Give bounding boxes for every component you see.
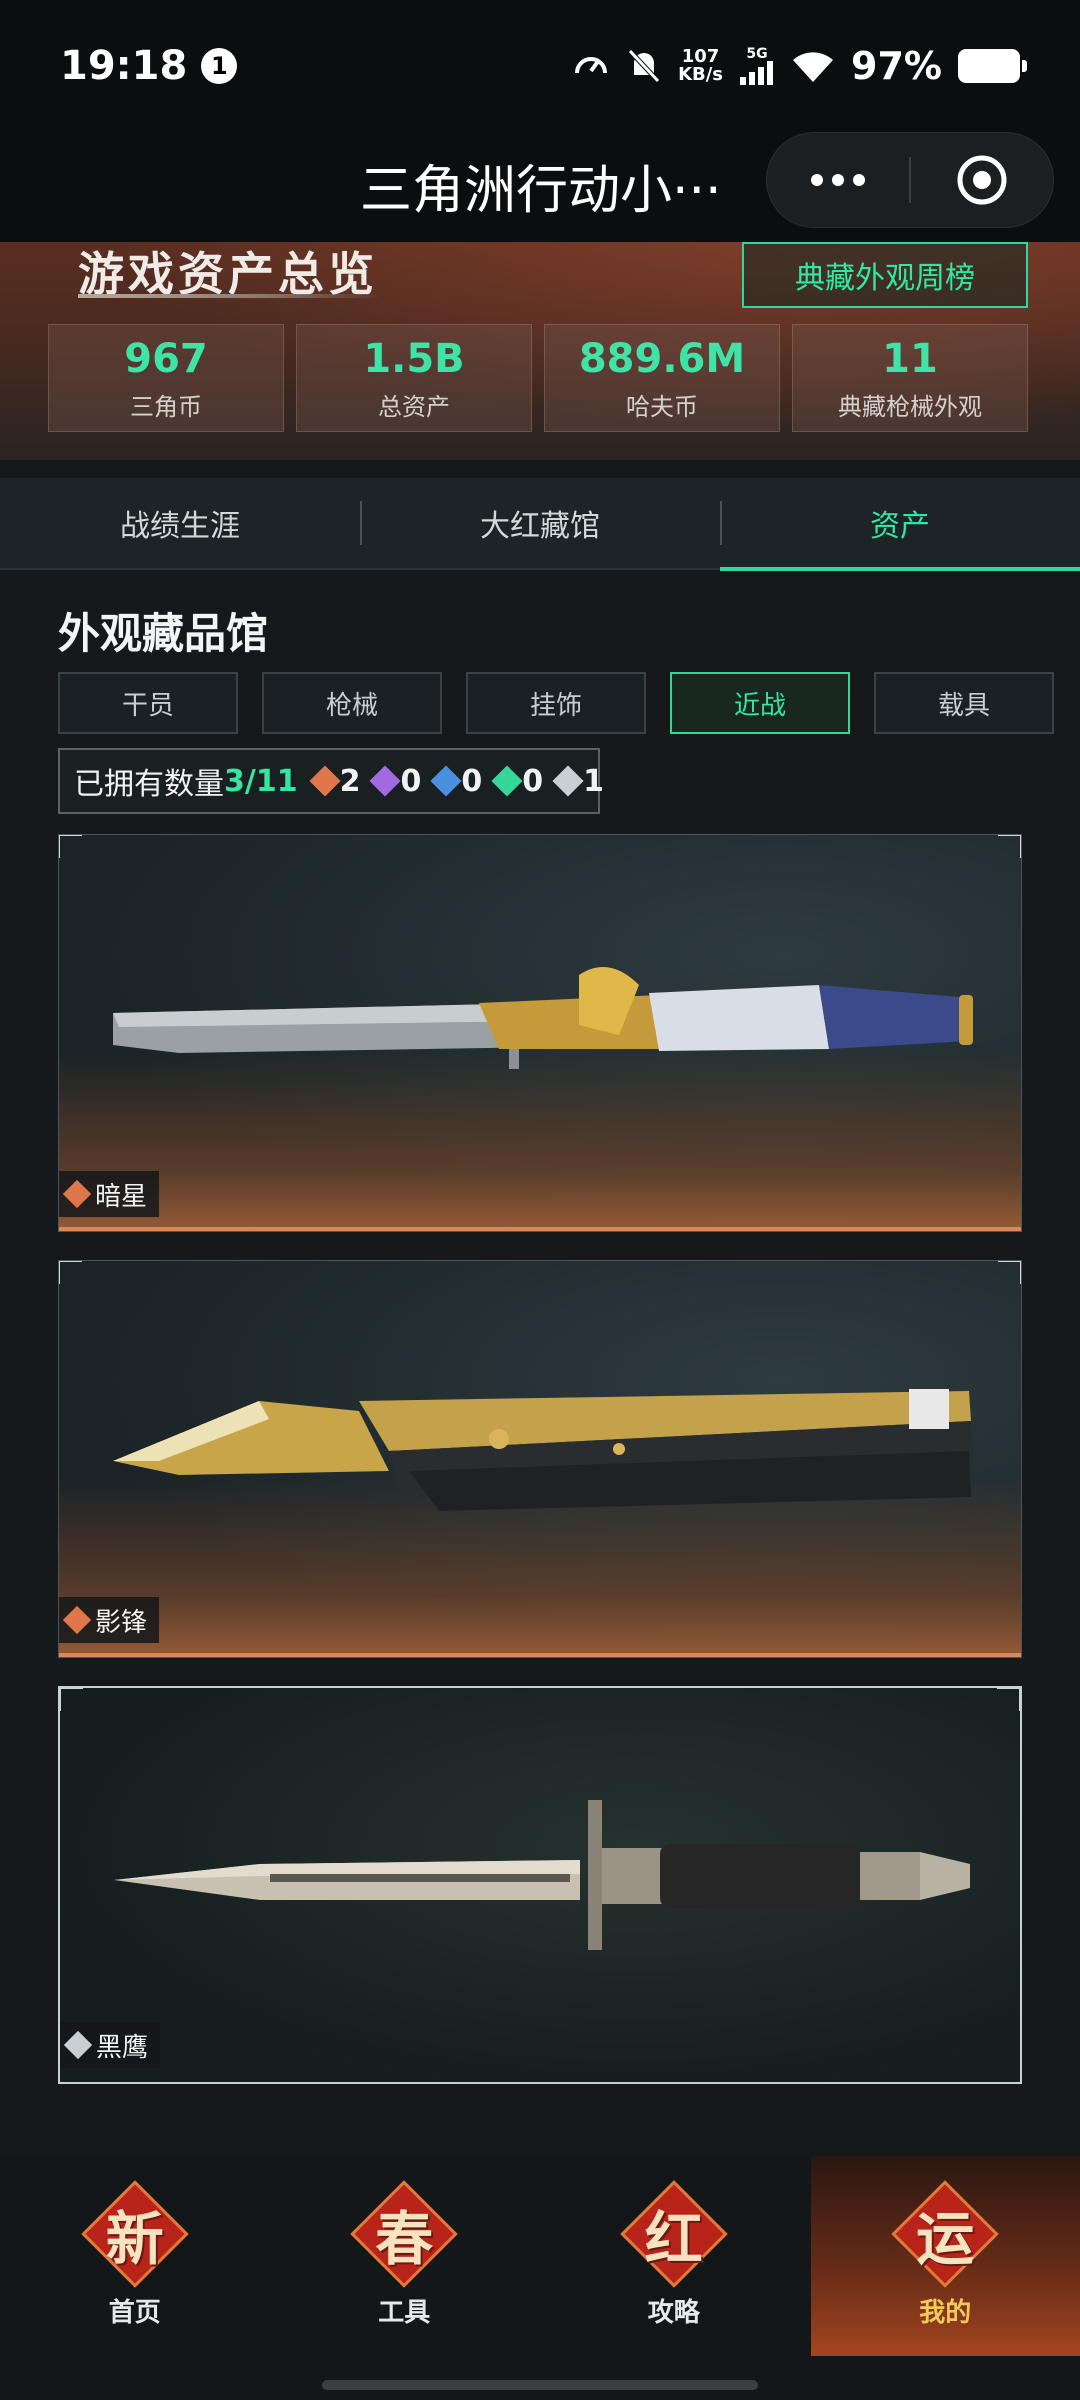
close-target-icon[interactable] bbox=[911, 152, 1053, 208]
knife-image bbox=[113, 1389, 973, 1511]
stat-card: 889.6M 哈夫币 bbox=[544, 324, 780, 432]
stat-card: 1.5B 总资产 bbox=[296, 324, 532, 432]
stat-value: 1.5B bbox=[363, 335, 465, 382]
nav-tools[interactable]: 春 工具 bbox=[270, 2156, 540, 2356]
stat-card: 967 三角币 bbox=[48, 324, 284, 432]
rarity-accent-bar bbox=[59, 1653, 1021, 1657]
weekly-rank-button[interactable]: 典藏外观周榜 bbox=[742, 242, 1028, 308]
diamond-icon bbox=[491, 765, 523, 797]
capsule-menu bbox=[766, 132, 1054, 228]
section-tabs: 战绩生涯 大红藏馆 资产 bbox=[0, 477, 1080, 571]
filter-charms[interactable]: 挂饰 bbox=[466, 672, 646, 734]
wifi-icon bbox=[791, 48, 835, 84]
speedometer-icon bbox=[572, 47, 610, 85]
rarity-accent-bar bbox=[59, 1227, 1021, 1231]
stat-label: 三角币 bbox=[130, 392, 202, 421]
item-name-tag: 影锋 bbox=[59, 1597, 160, 1643]
rarity-value: 0 bbox=[400, 763, 422, 799]
filter-vehicles[interactable]: 载具 bbox=[874, 672, 1054, 734]
item-name-tag: 暗星 bbox=[59, 1171, 160, 1217]
nav-label: 攻略 bbox=[647, 2297, 700, 2328]
knife-image bbox=[113, 967, 973, 1069]
melee-item-card[interactable]: 暗星 bbox=[58, 834, 1022, 1232]
asset-stats: 967 三角币 1.5B 总资产 889.6M 哈夫币 11 典藏枪械外观 bbox=[48, 324, 1028, 432]
stat-label: 总资产 bbox=[378, 392, 450, 421]
nav-badge-char: 红 bbox=[644, 2204, 703, 2273]
category-filters: 干员 枪械 挂饰 近战 载具 bbox=[58, 672, 1054, 734]
item-name: 黑鹰 bbox=[96, 2032, 149, 2063]
diamond-icon bbox=[552, 765, 584, 797]
tab-red-collection[interactable]: 大红藏馆 bbox=[360, 477, 720, 569]
rarity-value: 0 bbox=[461, 763, 483, 799]
battery-percent: 97% bbox=[851, 44, 942, 88]
rarity-count-purple: 0 bbox=[369, 763, 422, 799]
status-time: 19:18 bbox=[60, 43, 188, 89]
diamond-icon bbox=[63, 2030, 93, 2060]
red-badge-icon: 红 bbox=[624, 2184, 724, 2284]
rarity-value: 1 bbox=[583, 763, 604, 799]
filter-operators[interactable]: 干员 bbox=[58, 672, 238, 734]
tab-assets[interactable]: 资产 bbox=[720, 477, 1080, 571]
diamond-icon bbox=[430, 765, 462, 797]
owned-summary: 已拥有数量 3/11 2 0 0 0 1 bbox=[58, 748, 604, 814]
new-badge-icon: 新 bbox=[85, 2184, 185, 2284]
bottom-navigation: 新 首页 春 工具 红 攻略 运 我的 bbox=[0, 2156, 1080, 2400]
stat-value: 889.6M bbox=[578, 335, 746, 382]
rarity-count-green: 0 bbox=[491, 763, 544, 799]
home-indicator[interactable] bbox=[322, 2380, 758, 2390]
nav-label: 首页 bbox=[108, 2297, 161, 2328]
speed-unit: KB/s bbox=[678, 64, 724, 85]
status-bar: 19:18 1 107 KB/s 5G 97% bbox=[0, 0, 1080, 132]
stat-card: 11 典藏枪械外观 bbox=[792, 324, 1028, 432]
collection-title: 外观藏品馆 bbox=[58, 609, 269, 658]
more-options-icon[interactable] bbox=[767, 174, 909, 186]
item-name: 影锋 bbox=[95, 1607, 148, 1638]
nav-label: 工具 bbox=[378, 2297, 431, 2328]
notification-badge: 1 bbox=[201, 48, 238, 84]
rarity-count-blue: 0 bbox=[430, 763, 483, 799]
battery-icon bbox=[958, 49, 1027, 83]
nav-label: 我的 bbox=[919, 2297, 972, 2328]
spring-badge-icon: 春 bbox=[354, 2184, 454, 2284]
nav-badge-char: 运 bbox=[916, 2204, 975, 2273]
luck-badge-icon: 运 bbox=[895, 2184, 995, 2284]
nav-badge-char: 新 bbox=[105, 2204, 164, 2273]
mini-program-header: 三角洲行动小··· bbox=[0, 132, 1080, 242]
filter-melee[interactable]: 近战 bbox=[670, 672, 850, 734]
rarity-count-white: 1 bbox=[552, 763, 604, 799]
nav-badge-char: 春 bbox=[375, 2204, 434, 2273]
stat-value: 11 bbox=[882, 335, 938, 382]
network-speed: 107 KB/s bbox=[678, 48, 723, 84]
item-name: 暗星 bbox=[95, 1181, 148, 1212]
diamond-icon bbox=[62, 1605, 92, 1635]
item-name-tag: 黑鹰 bbox=[60, 2022, 161, 2068]
rarity-value: 0 bbox=[522, 763, 544, 799]
rarity-value: 2 bbox=[339, 763, 361, 799]
nav-home[interactable]: 新 首页 bbox=[0, 2156, 270, 2356]
stat-label: 典藏枪械外观 bbox=[838, 392, 982, 421]
diamond-icon bbox=[369, 765, 402, 797]
owned-count: 3/11 bbox=[224, 763, 298, 799]
title-underline bbox=[78, 294, 382, 298]
melee-item-card[interactable]: 黑鹰 bbox=[58, 1686, 1022, 2084]
knife-image bbox=[114, 1800, 970, 1950]
diamond-icon bbox=[62, 1179, 92, 1209]
signal-icon: 5G bbox=[739, 47, 775, 85]
tab-career[interactable]: 战绩生涯 bbox=[0, 477, 360, 569]
stat-value: 967 bbox=[124, 335, 208, 382]
mute-bell-icon bbox=[626, 47, 662, 85]
filter-guns[interactable]: 枪械 bbox=[262, 672, 442, 734]
nav-guides[interactable]: 红 攻略 bbox=[539, 2156, 809, 2356]
owned-label: 已拥有数量 bbox=[74, 767, 224, 802]
diamond-icon bbox=[309, 765, 341, 797]
network-type: 5G bbox=[746, 46, 768, 62]
rarity-count-gold: 2 bbox=[309, 763, 361, 799]
assets-overview-banner: 游戏资产总览 典藏外观周榜 967 三角币 1.5B 总资产 889.6M 哈夫… bbox=[0, 242, 1080, 460]
stat-label: 哈夫币 bbox=[626, 392, 698, 421]
status-icons: 107 KB/s 5G 97% bbox=[572, 44, 1027, 88]
page-title: 三角洲行动小··· bbox=[360, 161, 722, 221]
melee-item-card[interactable]: 影锋 bbox=[58, 1260, 1022, 1658]
nav-mine[interactable]: 运 我的 bbox=[810, 2156, 1080, 2356]
